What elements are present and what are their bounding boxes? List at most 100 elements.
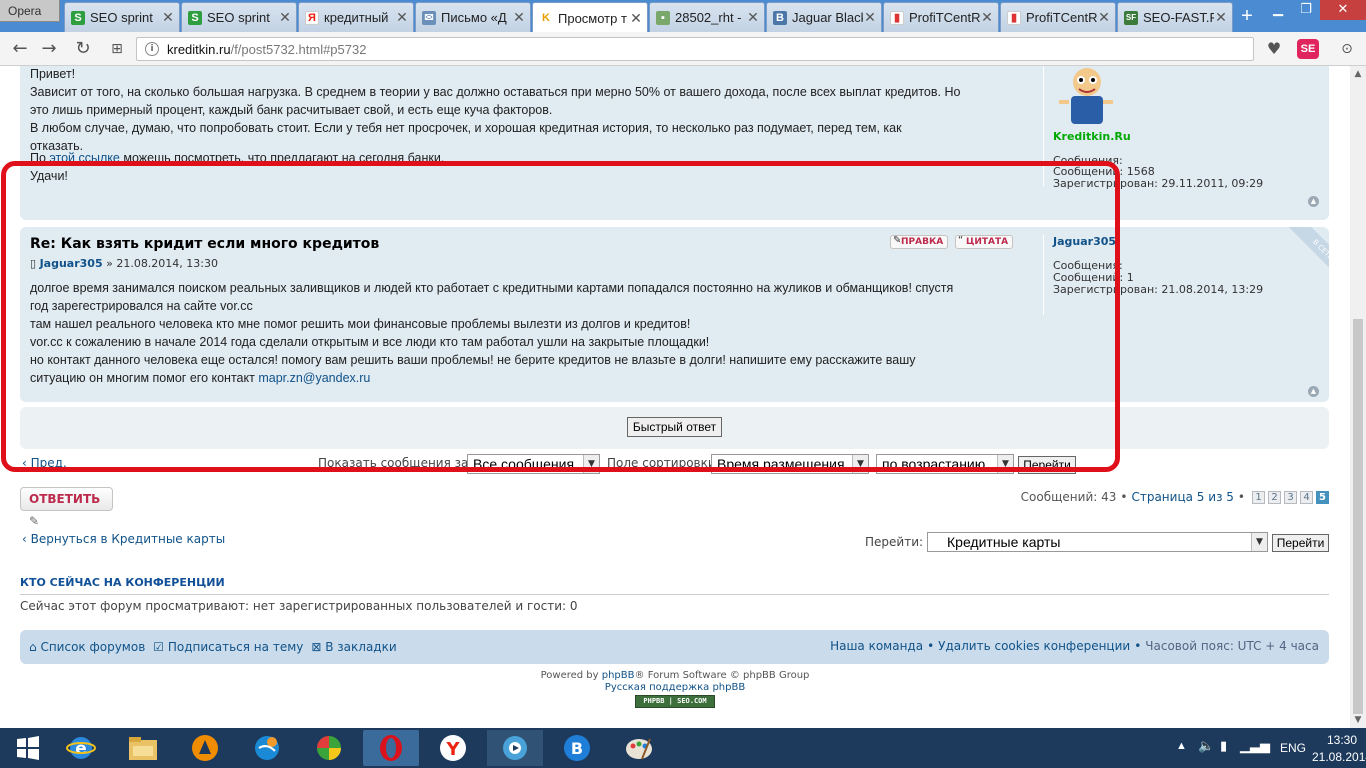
scroll-up-icon[interactable]: ▲ (1350, 66, 1366, 82)
sort-field-select[interactable]: Время размещения ▼ (711, 454, 869, 474)
b-app-taskbar-button[interactable]: B (549, 730, 605, 766)
close-icon[interactable]: ✕ (980, 9, 994, 26)
back-to-top-icon[interactable]: ▲ (1308, 196, 1319, 207)
post-title[interactable]: Re: Как взять кридит если много кредитов (30, 236, 379, 252)
who-online-heading[interactable]: КТО СЕЙЧАС НА КОНФЕРЕНЦИИ (20, 576, 1329, 595)
opera-taskbar-button[interactable] (363, 730, 419, 766)
close-icon[interactable]: ✕ (278, 9, 292, 26)
tab-seosprint-2[interactable]: S SEO sprint ✕ (181, 2, 297, 32)
edit-button[interactable]: ✎ ПРАВКА (890, 235, 949, 249)
tab-image[interactable]: ▪ 28502_rht - ✕ (649, 2, 765, 32)
jump-forum-select[interactable]: Кредитные карты ▼ (927, 532, 1268, 552)
forward-arrow-icon[interactable]: → (38, 39, 60, 59)
russian-support-link[interactable]: Русская поддержка phpBB (605, 682, 745, 693)
contact-email-link[interactable]: mapr.zn@yandex.ru (258, 371, 370, 385)
media-taskbar-button[interactable] (487, 730, 543, 766)
reply-button[interactable]: ОТВЕТИТЬ ✎ (20, 487, 113, 528)
close-icon[interactable]: ✕ (1214, 9, 1228, 26)
window-close-icon[interactable]: ✕ (1320, 0, 1366, 20)
close-icon[interactable]: ✕ (863, 9, 877, 26)
start-button[interactable] (0, 730, 56, 766)
avast-taskbar-button[interactable] (177, 730, 233, 766)
windows-logo-icon (17, 736, 39, 760)
heart-bookmark-icon[interactable]: ♥ (1263, 39, 1285, 59)
page-scrollbar[interactable]: ▲ ▼ (1350, 66, 1366, 728)
quote-icon: “ (958, 235, 964, 246)
bookmark-link[interactable]: ⊠ В закладки (311, 640, 396, 654)
close-icon[interactable]: ✕ (395, 9, 409, 26)
se-extension-icon[interactable]: SE (1297, 39, 1319, 59)
internet-explorer-icon: e (66, 737, 96, 759)
signal-icon[interactable]: ▁▃▅ (1240, 738, 1270, 754)
quick-reply-button[interactable]: Быстрый ответ (627, 417, 722, 437)
close-icon[interactable]: ✕ (746, 9, 760, 26)
site-info-icon[interactable]: i (145, 42, 159, 56)
page-jump-link[interactable]: Страница 5 из 5 (1131, 491, 1233, 503)
scrollbar-thumb[interactable] (1353, 319, 1363, 714)
forum-list-link[interactable]: ⌂ Список форумов (29, 640, 145, 654)
post-author-link[interactable]: Jaguar305 (40, 257, 103, 270)
tab-vk[interactable]: B Jaguar Black ✕ (766, 2, 882, 32)
chart-icon: ▮ (1007, 10, 1021, 25)
back-to-top-icon[interactable]: ▲ (1308, 386, 1319, 397)
clock-time[interactable]: 13:30 (1320, 733, 1364, 747)
profile-username[interactable]: Jaguar305 (1053, 235, 1283, 248)
subscribe-link[interactable]: ☑ Подписаться на тему (153, 640, 303, 654)
close-icon[interactable]: ✕ (512, 9, 526, 26)
paint-palette-icon (626, 738, 652, 760)
sort-order-select[interactable]: по возрастанию ▼ (876, 454, 1014, 474)
prev-page-link[interactable]: ‹ Пред. (22, 456, 67, 470)
post-author-name[interactable]: Kreditkin.Ru (1053, 130, 1323, 143)
team-link[interactable]: Наша команда (830, 639, 923, 653)
post-body: долгое время занимался поиском реальных … (30, 281, 954, 385)
yandex-taskbar-button[interactable]: Y (425, 730, 481, 766)
close-icon[interactable]: ✕ (161, 9, 175, 26)
back-arrow-icon[interactable]: ← (9, 39, 31, 59)
tab-kreditkin-active[interactable]: K Просмотр т ✕ (532, 2, 648, 32)
delete-cookies-link[interactable]: Удалить cookies конференции (938, 639, 1130, 653)
close-icon[interactable]: ✕ (629, 10, 643, 27)
battery-icon[interactable]: ▮ (1220, 738, 1227, 754)
download-icon[interactable]: ⊙ (1336, 39, 1358, 59)
phpbb-seo-badge[interactable]: PHPBB | SEO.COM (635, 695, 715, 708)
url-field[interactable]: i kreditkin.ru/f/post5732.html#p5732 (136, 37, 1254, 61)
page-2[interactable]: 2 (1268, 491, 1281, 504)
back-to-forum-link[interactable]: ‹ Вернуться в Кредитные карты (22, 532, 225, 546)
page-1[interactable]: 1 (1252, 491, 1265, 504)
page-content: Привет! Зависит от того, на сколько боль… (0, 66, 1350, 728)
tray-expand-icon[interactable]: ▲ (1176, 740, 1187, 752)
paint-taskbar-button[interactable] (611, 730, 667, 766)
phpbb-link[interactable]: phpBB (602, 670, 635, 681)
reload-icon[interactable]: ↻ (72, 39, 94, 59)
browser-taskbar-button[interactable] (239, 730, 295, 766)
page-3[interactable]: 3 (1284, 491, 1297, 504)
jump-go-button[interactable]: Перейти (1272, 534, 1329, 552)
language-indicator[interactable]: ENG (1280, 741, 1306, 755)
page-5-current[interactable]: 5 (1316, 491, 1329, 504)
app-taskbar-button[interactable] (301, 730, 357, 766)
post-profile: Kreditkin.Ru Сообщения: Сообщений: 1568 … (1043, 66, 1323, 190)
page-4[interactable]: 4 (1300, 491, 1313, 504)
explorer-taskbar-button[interactable] (115, 730, 171, 766)
seosprint-icon: S (188, 10, 202, 25)
minimize-icon[interactable]: ▁ (1264, 0, 1292, 20)
tab-mail[interactable]: ✉ Письмо «Д ✕ (415, 2, 531, 32)
sort-go-button[interactable]: Перейти (1018, 456, 1076, 474)
ie-taskbar-button[interactable]: e (53, 730, 109, 766)
tab-yandex[interactable]: Я кредитный ✕ (298, 2, 414, 32)
volume-icon[interactable]: 🔈 (1198, 738, 1214, 754)
clock-date[interactable]: 21.08.2014 (1312, 750, 1366, 764)
speed-dial-grid-icon[interactable]: ⊞ (106, 39, 128, 59)
show-posts-select[interactable]: Все сообщения ▼ (467, 454, 600, 474)
opera-menu-button[interactable]: Opera (0, 0, 60, 22)
restore-icon[interactable]: ❐ (1292, 0, 1320, 20)
tab-seosprint-1[interactable]: S SEO sprint ✕ (64, 2, 180, 32)
tab-profitcentr-1[interactable]: ▮ ProfiTCentR ✕ (883, 2, 999, 32)
tab-seofast[interactable]: SF SEO-FAST.R ✕ (1117, 2, 1233, 32)
offers-link[interactable]: этой ссылке (49, 151, 119, 165)
quote-button[interactable]: “ЦИТАТА (955, 235, 1014, 249)
tab-profitcentr-2[interactable]: ▮ ProfiTCentR ✕ (1000, 2, 1116, 32)
new-tab-button[interactable]: + (1237, 6, 1257, 26)
scroll-down-icon[interactable]: ▼ (1350, 712, 1366, 728)
close-icon[interactable]: ✕ (1097, 9, 1111, 26)
